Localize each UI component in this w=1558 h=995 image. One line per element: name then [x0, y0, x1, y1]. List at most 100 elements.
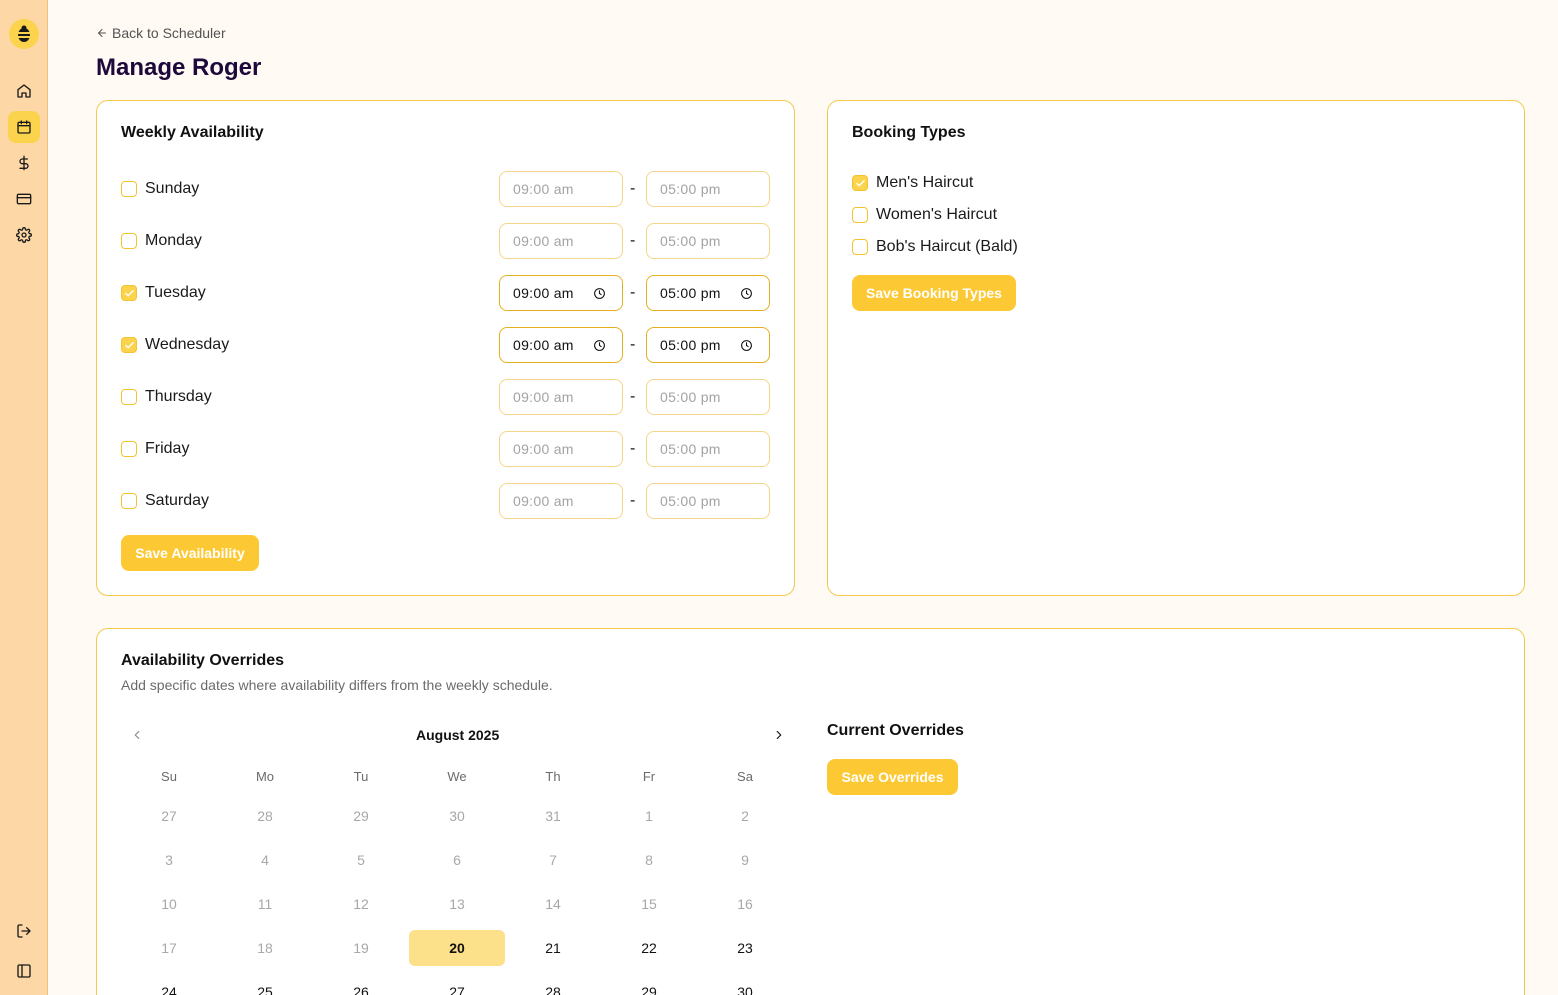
nav-settings-button[interactable]: [8, 219, 40, 251]
calendar-day[interactable]: 2: [697, 798, 793, 834]
calendar-day[interactable]: 29: [313, 798, 409, 834]
sunday-label: Sunday: [145, 180, 200, 197]
calendar-day[interactable]: 22: [601, 930, 697, 966]
clock-icon: [593, 287, 606, 300]
calendar-day[interactable]: 1: [601, 798, 697, 834]
calendar-day[interactable]: 19: [313, 930, 409, 966]
monday-end-time-input[interactable]: 05:00 pm: [646, 223, 770, 259]
calendar-day[interactable]: 25: [217, 974, 313, 995]
logout-button[interactable]: [8, 915, 40, 947]
friday-start-time-input[interactable]: 09:00 am: [499, 431, 623, 467]
tuesday-start-time-value: 09:00 am: [513, 285, 574, 301]
calendar-day[interactable]: 27: [121, 798, 217, 834]
calendar-day[interactable]: 30: [409, 798, 505, 834]
bee-logo-icon[interactable]: [9, 19, 39, 49]
wednesday-checkbox[interactable]: [121, 337, 137, 353]
booking-type-checkbox[interactable]: [852, 239, 868, 255]
tuesday-start-time-input[interactable]: 09:00 am: [499, 275, 623, 311]
gear-icon: [16, 227, 32, 243]
calendar-day[interactable]: 12: [313, 886, 409, 922]
calendar-day[interactable]: 30: [697, 974, 793, 995]
saturday-label: Saturday: [145, 492, 210, 509]
availability-overrides-subtitle: Add specific dates where availability di…: [121, 677, 553, 693]
calendar-day[interactable]: 13: [409, 886, 505, 922]
calendar-day[interactable]: 28: [217, 798, 313, 834]
next-month-button[interactable]: [769, 725, 789, 745]
monday-checkbox[interactable]: [121, 233, 137, 249]
monday-label: Monday: [145, 232, 202, 249]
booking-type-checkbox[interactable]: [852, 175, 868, 191]
tuesday-label: Tuesday: [145, 284, 206, 301]
thursday-checkbox[interactable]: [121, 389, 137, 405]
chevron-left-icon: [134, 730, 140, 740]
calendar-day[interactable]: 15: [601, 886, 697, 922]
calendar-day[interactable]: 20: [409, 930, 505, 966]
sunday-end-time-input[interactable]: 05:00 pm: [646, 171, 770, 207]
nav-home-button[interactable]: [8, 75, 40, 107]
friday-end-time-input[interactable]: 05:00 pm: [646, 431, 770, 467]
nav-billing-button[interactable]: [8, 183, 40, 215]
calendar-day[interactable]: 9: [697, 842, 793, 878]
weekday-header: Fr: [642, 769, 656, 784]
thursday-end-time-input[interactable]: 05:00 pm: [646, 379, 770, 415]
weekday-header: We: [447, 769, 467, 784]
logout-icon: [17, 924, 31, 938]
save-booking-types-button[interactable]: Save Booking Types: [852, 275, 1016, 311]
save-overrides-button[interactable]: Save Overrides: [827, 759, 958, 795]
calendar-day[interactable]: 28: [505, 974, 601, 995]
calendar-month-label: August 2025: [416, 727, 500, 743]
wednesday-start-time-input[interactable]: 09:00 am: [499, 327, 623, 363]
wednesday-end-time-input[interactable]: 05:00 pm: [646, 327, 770, 363]
calendar-day[interactable]: 31: [505, 798, 601, 834]
calendar-day[interactable]: 5: [313, 842, 409, 878]
calendar-day[interactable]: 27: [409, 974, 505, 995]
clock-icon: [740, 287, 753, 300]
saturday-checkbox[interactable]: [121, 493, 137, 509]
calendar-day[interactable]: 14: [505, 886, 601, 922]
toggle-sidebar-button[interactable]: [8, 955, 40, 987]
thursday-start-time-input[interactable]: 09:00 am: [499, 379, 623, 415]
calendar-day[interactable]: 23: [697, 930, 793, 966]
booking-type-label: Bob's Haircut (Bald): [876, 238, 1018, 255]
current-overrides-title: Current Overrides: [827, 722, 964, 739]
prev-month-button[interactable]: [127, 725, 147, 745]
time-separator: -: [630, 180, 636, 197]
calendar-day[interactable]: 11: [217, 886, 313, 922]
calendar-day[interactable]: 7: [505, 842, 601, 878]
thursday-label: Thursday: [145, 388, 212, 405]
back-to-scheduler-link[interactable]: Back to Scheduler: [96, 25, 226, 41]
save-availability-button[interactable]: Save Availability: [121, 535, 259, 571]
calendar-day[interactable]: 10: [121, 886, 217, 922]
booking-types-title: Booking Types: [852, 124, 966, 141]
sunday-start-time-input[interactable]: 09:00 am: [499, 171, 623, 207]
saturday-end-time-input[interactable]: 05:00 pm: [646, 483, 770, 519]
calendar-day[interactable]: 21: [505, 930, 601, 966]
sunday-checkbox[interactable]: [121, 181, 137, 197]
calendar-day[interactable]: 3: [121, 842, 217, 878]
calendar-day[interactable]: 24: [121, 974, 217, 995]
calendar-day[interactable]: 16: [697, 886, 793, 922]
calendar-day[interactable]: 8: [601, 842, 697, 878]
friday-checkbox[interactable]: [121, 441, 137, 457]
calendar-day[interactable]: 18: [217, 930, 313, 966]
home-icon: [17, 84, 31, 98]
weekday-header: Th: [545, 769, 561, 784]
calendar-day[interactable]: 6: [409, 842, 505, 878]
calendar-day[interactable]: 17: [121, 930, 217, 966]
nav-scheduler-button[interactable]: [8, 111, 40, 143]
time-separator: -: [630, 440, 636, 457]
booking-type-checkbox[interactable]: [852, 207, 868, 223]
calendar-day[interactable]: 4: [217, 842, 313, 878]
page-title: Manage Roger: [96, 54, 262, 81]
monday-start-time-input[interactable]: 09:00 am: [499, 223, 623, 259]
calendar-day[interactable]: 29: [601, 974, 697, 995]
tuesday-checkbox[interactable]: [121, 285, 137, 301]
sunday-end-time-value: 05:00 pm: [660, 181, 721, 197]
time-separator: -: [630, 388, 636, 405]
back-link-label: Back to Scheduler: [112, 25, 226, 41]
time-separator: -: [630, 232, 636, 249]
calendar-day[interactable]: 26: [313, 974, 409, 995]
tuesday-end-time-input[interactable]: 05:00 pm: [646, 275, 770, 311]
saturday-start-time-input[interactable]: 09:00 am: [499, 483, 623, 519]
nav-payments-button[interactable]: [8, 147, 40, 179]
